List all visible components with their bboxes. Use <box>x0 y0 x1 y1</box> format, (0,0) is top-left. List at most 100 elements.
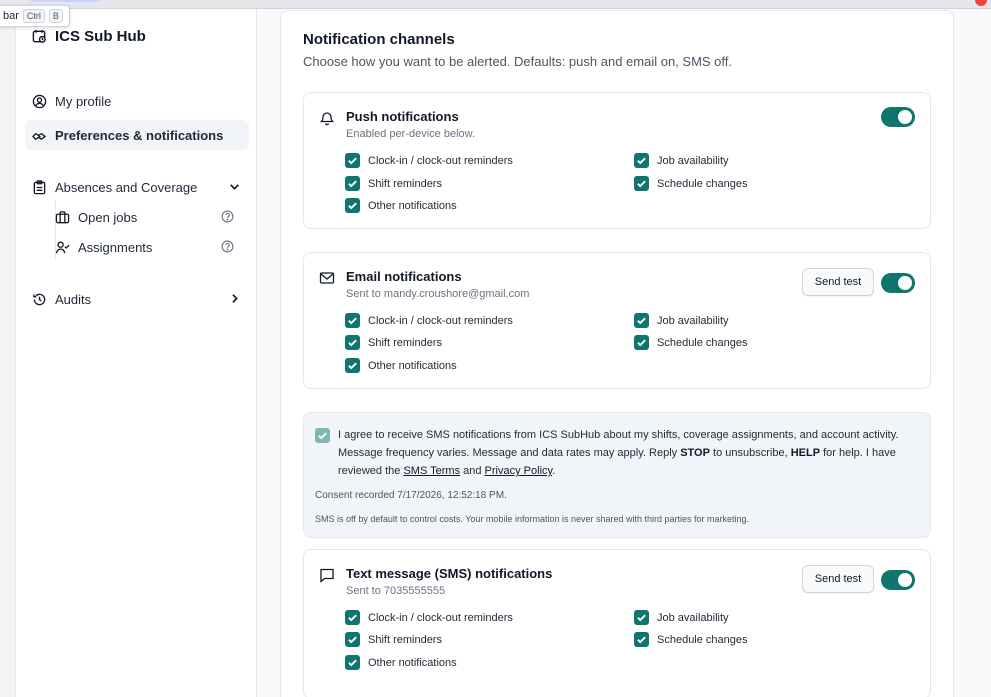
email-toggle[interactable] <box>881 273 915 293</box>
checkbox-checked[interactable] <box>345 176 360 191</box>
checkbox-checked[interactable] <box>634 153 649 168</box>
sms-opt-schedule[interactable]: Schedule changes <box>634 632 748 647</box>
clipboard-icon <box>33 179 46 194</box>
checkmark-icon <box>637 180 646 188</box>
sms-title: Text message (SMS) notifications <box>346 566 553 581</box>
sms-opt-clock[interactable]: Clock-in / clock-out reminders <box>345 610 513 625</box>
push-opt-other[interactable]: Other notifications <box>345 198 457 213</box>
checkbox-checked[interactable] <box>634 632 649 647</box>
email-opt-schedule[interactable]: Schedule changes <box>634 335 748 350</box>
email-opt-jobs[interactable]: Job availability <box>634 313 729 328</box>
privacy-policy-link[interactable]: Privacy Policy <box>485 465 553 477</box>
sms-consent-panel: I agree to receive SMS notifications fro… <box>303 412 931 538</box>
calendar-clock-icon <box>32 29 46 43</box>
push-opt-shift[interactable]: Shift reminders <box>345 176 442 191</box>
option-label: Job availability <box>657 154 729 167</box>
sidebar-item-open-jobs[interactable]: Open jobs <box>48 204 248 230</box>
checkbox-checked[interactable] <box>345 610 360 625</box>
brand[interactable]: ICS Sub Hub <box>32 28 146 45</box>
checkbox-checked[interactable] <box>345 632 360 647</box>
checkbox-checked[interactable] <box>634 610 649 625</box>
help-icon[interactable] <box>221 210 234 223</box>
history-icon <box>33 293 46 305</box>
option-label: Shift reminders <box>368 633 442 646</box>
consent-recorded: Consent recorded 7/17/2026, 12:52:18 PM. <box>315 490 507 501</box>
profile-dot <box>975 0 987 6</box>
email-opt-shift[interactable]: Shift reminders <box>345 335 442 350</box>
active-tab-indicator <box>30 0 100 2</box>
email-opt-other[interactable]: Other notifications <box>345 358 457 373</box>
push-opt-jobs[interactable]: Job availability <box>634 153 729 168</box>
sms-send-test-button[interactable]: Send test <box>802 565 874 593</box>
checkbox-checked[interactable] <box>345 313 360 328</box>
sidebar: ICS Sub Hub My profile Preferences & not… <box>16 9 257 697</box>
checkbox-checked[interactable] <box>634 313 649 328</box>
sms-opt-shift[interactable]: Shift reminders <box>345 632 442 647</box>
left-edge-panel <box>0 9 16 697</box>
checkmark-icon <box>348 339 357 347</box>
notification-channels-card: Notification channels Choose how you wan… <box>280 10 954 697</box>
consent-line: for help. I have <box>820 447 896 459</box>
sidebar-item-preferences[interactable]: Preferences & notifications <box>25 120 249 150</box>
main-content: Notification channels Choose how you wan… <box>257 9 991 697</box>
sidebar-item-absences[interactable]: Absences and Coverage <box>25 172 249 202</box>
tooltip-text: bar <box>3 10 19 22</box>
help-keyword: HELP <box>790 447 821 459</box>
sms-terms-link[interactable]: SMS Terms <box>403 465 460 477</box>
consent-line: reviewed the <box>338 465 404 477</box>
sidebar-item-audits[interactable]: Audits <box>25 284 249 314</box>
sidebar-item-my-profile[interactable]: My profile <box>25 86 249 116</box>
option-label: Clock-in / clock-out reminders <box>368 611 513 624</box>
help-icon[interactable] <box>221 240 234 253</box>
chevron-down-icon <box>230 184 239 190</box>
checkbox-checked[interactable] <box>345 153 360 168</box>
push-toggle[interactable] <box>881 107 915 127</box>
push-opt-schedule[interactable]: Schedule changes <box>634 176 748 191</box>
sms-subtitle: Sent to 7035555555 <box>346 585 446 597</box>
checkmark-icon <box>348 317 357 325</box>
checkbox-checked[interactable] <box>634 335 649 350</box>
push-title: Push notifications <box>346 109 459 124</box>
push-channel-panel: Push notifications Enabled per-device be… <box>303 92 931 229</box>
sms-opt-jobs[interactable]: Job availability <box>634 610 729 625</box>
sidebar-item-label: Preferences & notifications <box>55 127 224 143</box>
sidebar-item-assignments[interactable]: Assignments <box>48 234 248 260</box>
email-opt-clock[interactable]: Clock-in / clock-out reminders <box>345 313 513 328</box>
option-label: Other notifications <box>368 656 457 669</box>
email-send-test-button[interactable]: Send test <box>802 268 874 296</box>
kbd-b: B <box>48 9 63 23</box>
brand-name: ICS Sub Hub <box>55 28 146 45</box>
push-subtitle: Enabled per-device below. <box>346 128 476 140</box>
checkmark-icon <box>637 317 646 325</box>
mail-icon <box>319 272 335 284</box>
sidebar-item-label: Absences and Coverage <box>55 179 198 195</box>
option-label: Shift reminders <box>368 336 442 349</box>
checkbox-checked[interactable] <box>634 176 649 191</box>
push-opt-clock[interactable]: Clock-in / clock-out reminders <box>345 153 513 168</box>
consent-checkbox[interactable] <box>315 428 330 443</box>
stop-keyword: STOP <box>680 447 710 459</box>
sms-opt-other[interactable]: Other notifications <box>345 655 457 670</box>
shortcut-tooltip: bar Ctrl B <box>0 5 70 27</box>
sms-toggle[interactable] <box>881 570 915 590</box>
option-label: Schedule changes <box>657 177 748 190</box>
checkmark-icon <box>348 157 357 165</box>
checkbox-checked[interactable] <box>345 655 360 670</box>
sidebar-item-label: Audits <box>55 291 92 307</box>
checkmark-icon <box>348 659 357 667</box>
consent-line: Message frequency varies. Message and da… <box>338 447 681 459</box>
bell-icon <box>319 112 335 126</box>
option-label: Clock-in / clock-out reminders <box>368 154 513 167</box>
checkbox-checked[interactable] <box>345 335 360 350</box>
checkmark-icon <box>637 636 646 644</box>
option-label: Job availability <box>657 611 729 624</box>
chevron-right-icon <box>232 294 238 303</box>
option-label: Schedule changes <box>657 336 748 349</box>
page-title: Notification channels <box>303 31 455 48</box>
checkmark-icon <box>348 614 357 622</box>
checkbox-checked[interactable] <box>345 358 360 373</box>
checkbox-checked[interactable] <box>345 198 360 213</box>
sms-channel-panel: Text message (SMS) notifications Sent to… <box>303 549 931 697</box>
checkmark-icon <box>348 636 357 644</box>
sidebar-item-label: Open jobs <box>78 209 138 225</box>
